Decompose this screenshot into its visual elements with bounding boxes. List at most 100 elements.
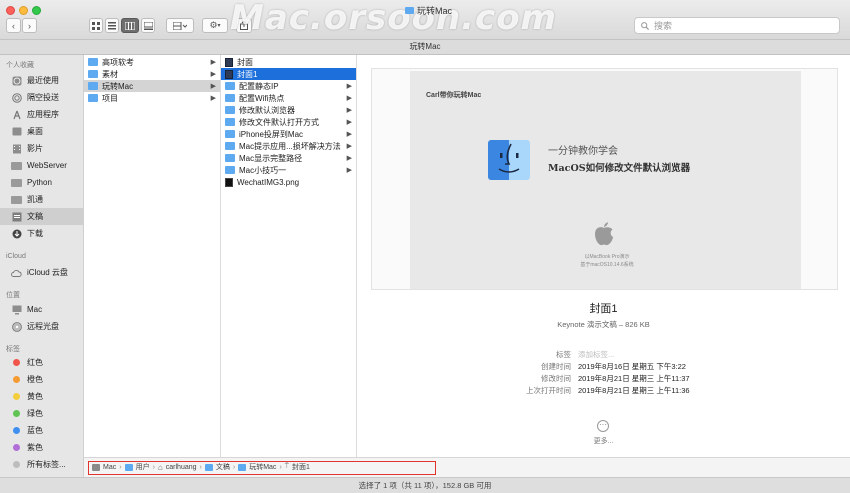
slide-brand: Carl带你玩转Mac: [426, 92, 482, 99]
list-item[interactable]: 素材 ▶: [84, 68, 220, 80]
image-file-icon: [225, 177, 233, 187]
sidebar-tag-all[interactable]: 所有标签...: [0, 456, 84, 473]
list-item[interactable]: 高项软考 ▶: [84, 56, 220, 68]
tag-dot-icon: [13, 376, 20, 383]
breadcrumb-item-folder[interactable]: 玩转Mac: [238, 462, 276, 472]
chevron-right-icon: ▶: [210, 71, 216, 78]
chevron-right-icon: ▶: [346, 131, 352, 138]
view-gallery-button[interactable]: [141, 18, 155, 33]
preview-thumbnail[interactable]: Carl带你玩转Mac 一分钟教你学会 MacOS如何修改文件默认浏览器 以Ma…: [371, 68, 838, 290]
list-item[interactable]: 封面: [221, 56, 356, 68]
chevron-right-icon: ›: [279, 463, 282, 471]
list-item[interactable]: iPhone投屏到Mac ▶: [221, 128, 356, 140]
close-window-button[interactable]: [6, 6, 15, 15]
group-by-button[interactable]: [166, 18, 194, 33]
sidebar: 个人收藏 最近使用 隔空投送 应用程序 桌面 影片 WebServer Pyth…: [0, 55, 84, 477]
folder-icon: [88, 58, 98, 66]
breadcrumb-item-users[interactable]: 用户: [124, 462, 150, 472]
folder-icon: [11, 195, 22, 205]
sidebar-item-label: 凯通: [27, 195, 43, 204]
meta-key: 修改时间: [541, 374, 571, 383]
tag-dot-icon: [13, 427, 20, 434]
sidebar-item-remote-disc[interactable]: 远程光盘: [0, 318, 84, 335]
chevron-right-icon: ›: [28, 20, 31, 31]
breadcrumb-item-home[interactable]: ⌂ carlhuang: [158, 463, 197, 472]
column-browser-1: 高项软考 ▶ 素材 ▶ 玩转Mac ▶ 项目 ▶: [84, 55, 221, 457]
folder-title-bar: 玩转Mac: [0, 40, 850, 55]
breadcrumb-item-documents[interactable]: 文稿: [204, 462, 230, 472]
breadcrumb-item-file[interactable]: ⍑ 封面1: [285, 462, 310, 472]
chevron-right-icon: ▶: [210, 59, 216, 66]
sidebar-item-icloud-drive[interactable]: iCloud 云盘: [0, 264, 84, 281]
list-item[interactable]: 配置Wifi热点 ▶: [221, 92, 356, 104]
sidebar-item-recents[interactable]: 最近使用: [0, 72, 84, 89]
list-item-label: Mac显示完整路径: [239, 153, 303, 163]
breadcrumb-label: 文稿: [215, 464, 230, 471]
sidebar-item-label: 应用程序: [27, 110, 59, 119]
list-item[interactable]: Mac显示完整路径 ▶: [221, 152, 356, 164]
sidebar-item-applications[interactable]: 应用程序: [0, 106, 84, 123]
list-item[interactable]: 修改默认浏览器 ▶: [221, 104, 356, 116]
more-button[interactable]: 更多...: [357, 436, 850, 446]
folder-icon: [225, 130, 235, 138]
view-icons-button[interactable]: [89, 18, 103, 33]
list-item-label: 素材: [102, 69, 118, 79]
list-item[interactable]: WechatIMG3.png: [221, 176, 356, 188]
breadcrumb-label: carlhuang: [165, 463, 197, 471]
sidebar-tag-green[interactable]: 绿色: [0, 405, 84, 422]
tag-dot-icon: [13, 444, 20, 451]
sidebar-item-movies[interactable]: 影片: [0, 140, 84, 157]
add-tags-field[interactable]: 添加标签...: [578, 349, 614, 360]
apps-icon: [11, 110, 22, 120]
list-item[interactable]: 封面1: [221, 68, 356, 80]
chevron-right-icon: ▶: [346, 119, 352, 126]
folder-icon: [225, 142, 235, 150]
sidebar-item-mac[interactable]: Mac: [0, 301, 84, 318]
search-field[interactable]: 搜索: [634, 17, 840, 34]
window-toolbar: ‹ › ⚙ ▾ Mac.orsoon.com 玩转Mac 搜索: [0, 0, 850, 40]
sidebar-tag-blue[interactable]: 蓝色: [0, 422, 84, 439]
forward-button[interactable]: ›: [22, 18, 37, 33]
list-item[interactable]: 项目 ▶: [84, 92, 220, 104]
sidebar-item-airdrop[interactable]: 隔空投送: [0, 89, 84, 106]
back-button[interactable]: ‹: [6, 18, 21, 33]
cloud-icon: [11, 268, 22, 278]
folder-icon: [11, 178, 22, 188]
sidebar-item-label: 远程光盘: [27, 322, 59, 331]
action-button[interactable]: ⚙ ▾: [202, 18, 228, 33]
list-item[interactable]: Mac小技巧一 ▶: [221, 164, 356, 176]
list-item[interactable]: 玩转Mac ▶: [84, 80, 220, 92]
apple-logo-icon: [595, 222, 613, 246]
sidebar-tag-purple[interactable]: 紫色: [0, 439, 84, 456]
more-icon[interactable]: ···: [597, 420, 609, 432]
list-item[interactable]: 配置静态IP ▶: [221, 80, 356, 92]
sidebar-item-downloads[interactable]: 下载: [0, 225, 84, 242]
meta-row-last-opened: 上次打开时间 2019年8月21日 星期三 上午11:36: [357, 385, 850, 396]
folder-icon: [204, 463, 213, 471]
sidebar-tag-orange[interactable]: 橙色: [0, 371, 84, 388]
view-columns-button[interactable]: [121, 18, 139, 33]
sidebar-tag-red[interactable]: 红色: [0, 354, 84, 371]
sidebar-item-documents[interactable]: 文稿: [0, 208, 84, 225]
minimize-window-button[interactable]: [19, 6, 28, 15]
chevron-down-icon: ▾: [217, 23, 221, 29]
meta-value: 2019年8月16日 星期五 下午3:22: [578, 362, 686, 371]
folder-icon: [225, 106, 235, 114]
sidebar-item-kaitong[interactable]: 凯通: [0, 191, 84, 208]
list-item-label: 封面1: [237, 69, 258, 79]
list-item[interactable]: 修改文件默认打开方式 ▶: [221, 116, 356, 128]
sidebar-item-python[interactable]: Python: [0, 174, 84, 191]
zoom-window-button[interactable]: [32, 6, 41, 15]
list-item[interactable]: Mac提示应用...损坏解决方法 ▶: [221, 140, 356, 152]
column-view-icon: [125, 21, 135, 30]
breadcrumb-item-mac[interactable]: Mac: [92, 463, 116, 471]
folder-icon: [88, 94, 98, 102]
sidebar-section-locations: 位置: [6, 292, 20, 299]
sidebar-item-desktop[interactable]: 桌面: [0, 123, 84, 140]
sidebar-item-webserver[interactable]: WebServer: [0, 157, 84, 174]
preview-file-name: 封面1: [589, 303, 618, 315]
chevron-right-icon: ›: [152, 463, 155, 471]
meta-key: 标签: [556, 350, 571, 359]
view-list-button[interactable]: [105, 18, 119, 33]
sidebar-tag-yellow[interactable]: 黄色: [0, 388, 84, 405]
